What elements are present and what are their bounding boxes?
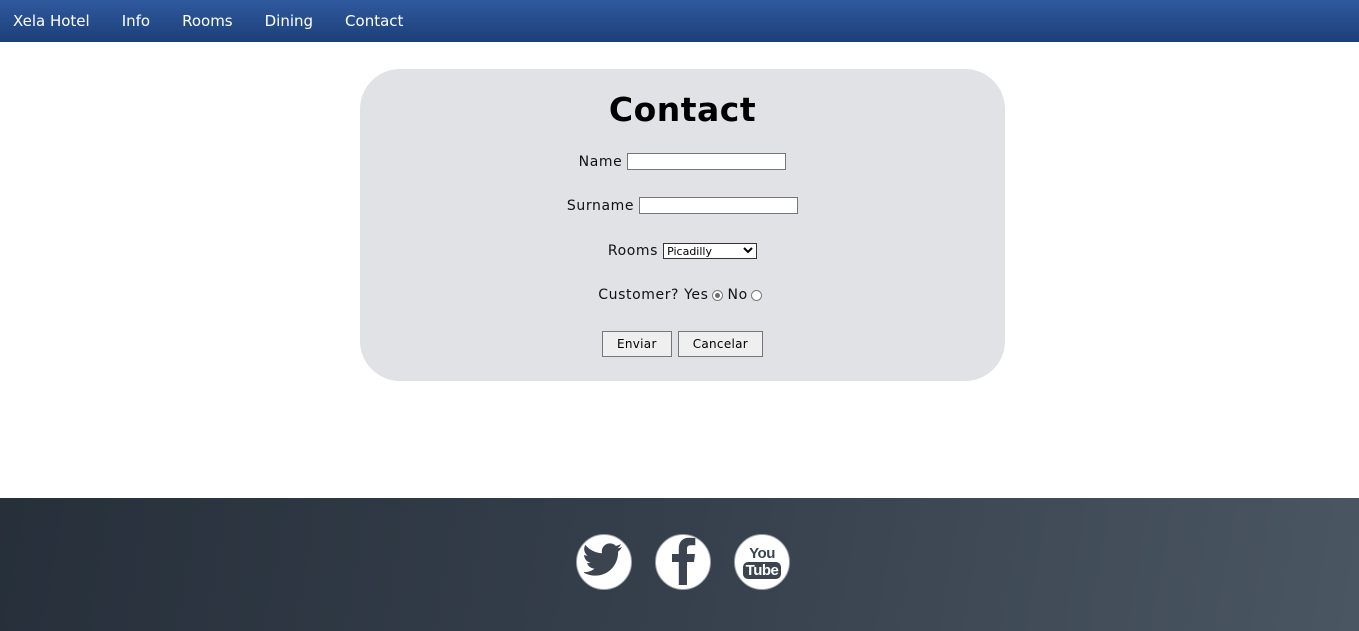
rooms-selected-value: Picadilly [667,244,712,258]
twitter-link[interactable] [576,534,632,590]
youtube-icon: You Tube [742,544,782,579]
contact-form-panel: Contact Name Surname Rooms Picadilly Cus… [360,69,1005,381]
rooms-label: Rooms [607,243,659,259]
top-navbar: Xela Hotel Info Rooms Dining Contact [0,0,1359,42]
nav-item-dining[interactable]: Dining [249,0,329,42]
submit-button[interactable]: Enviar [601,331,672,357]
button-row: Enviar Cancelar [360,331,1005,357]
footer: You Tube [0,498,1359,631]
surname-label: Surname [566,197,635,214]
nav-item-info[interactable]: Info [106,0,166,42]
yes-radio[interactable] [711,289,723,301]
radio-selected-dot [714,292,720,298]
customer-label: Customer? [598,287,680,303]
name-label: Name [578,153,623,170]
rooms-select[interactable]: Picadilly [663,243,758,259]
page-title: Contact [608,90,757,129]
customer-row: Customer? Yes No [360,287,1005,303]
no-radio[interactable] [750,289,762,301]
cancel-button[interactable]: Cancelar [677,331,764,357]
surname-row: Surname [360,197,1005,214]
name-row: Name [360,153,1005,170]
youtube-link[interactable]: You Tube [734,534,790,590]
yes-label: Yes [684,287,709,303]
rooms-row: Rooms Picadilly [360,243,1005,259]
twitter-icon [582,543,624,581]
facebook-icon [668,535,698,589]
name-input[interactable] [627,153,787,170]
no-label: No [727,287,748,303]
facebook-link[interactable] [655,534,711,590]
chevron-down-icon [743,246,753,257]
nav-brand-link[interactable]: Xela Hotel [0,0,106,42]
youtube-text-bottom: Tube [742,561,782,579]
surname-input[interactable] [639,197,799,214]
nav-item-rooms[interactable]: Rooms [166,0,249,42]
nav-item-contact[interactable]: Contact [329,0,419,42]
youtube-text-top: You [749,544,775,562]
